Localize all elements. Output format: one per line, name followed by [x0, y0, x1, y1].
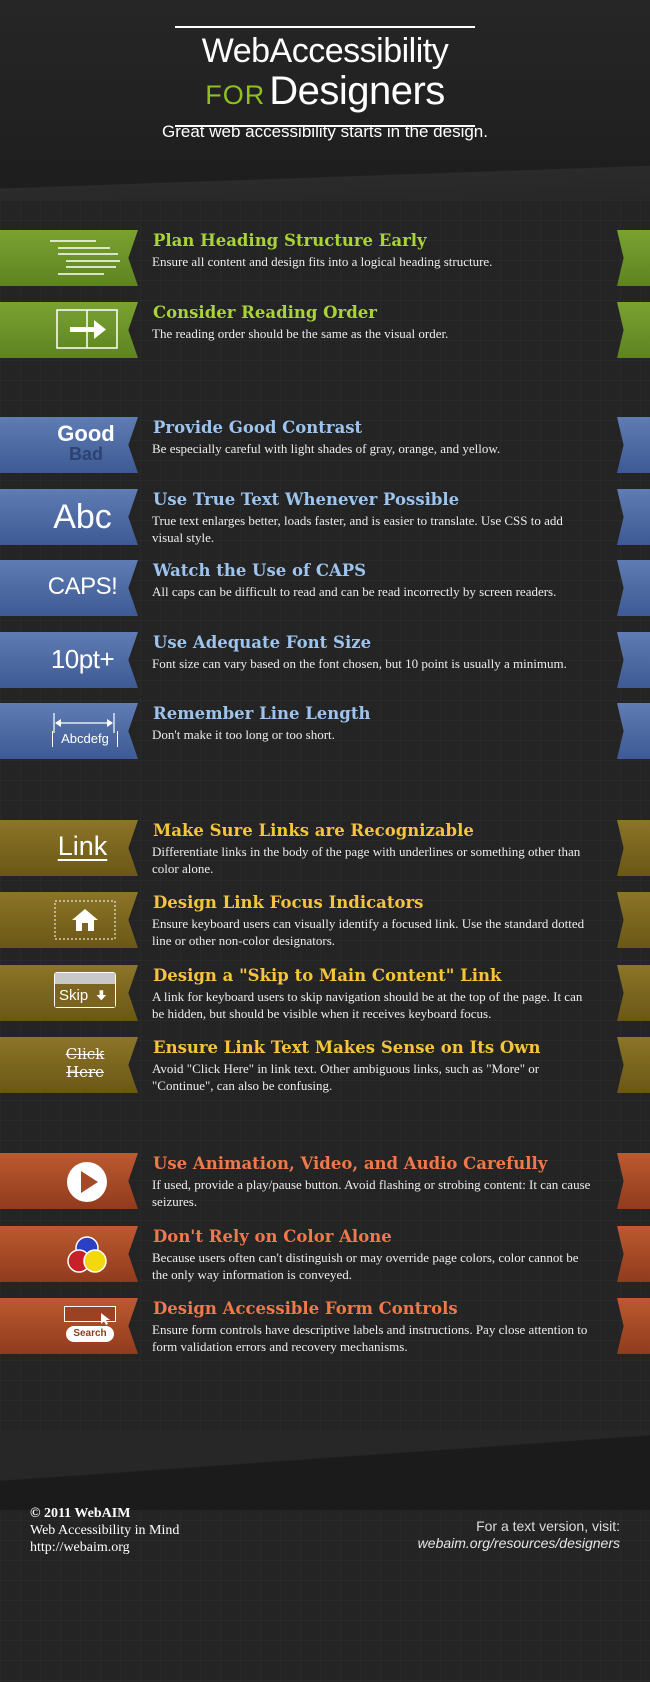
site-link[interactable]: http://webaim.org: [30, 1539, 179, 1556]
tip-title: Ensure Link Text Makes Sense on Its Own: [153, 1038, 541, 1057]
tip-description: If used, provide a play/pause button. Av…: [152, 1177, 591, 1209]
tip-description: The reading order should be the same as …: [152, 326, 449, 341]
org-name: Web Accessibility in Mind: [30, 1523, 180, 1538]
footer-divider: [0, 1430, 650, 1510]
arrow-down-icon: [96, 990, 107, 1001]
click-label: Click: [65, 1045, 105, 1063]
good-label: Good: [57, 421, 115, 446]
tip-item: Link Make Sure Links are Recognizable Di…: [0, 820, 650, 876]
tip-title: Remember Line Length: [153, 704, 371, 723]
tip-item: Abc Use True Text Whenever Possible True…: [0, 489, 650, 545]
tip-description: Font size can vary based on the font cho…: [152, 656, 567, 671]
bad-label: Bad: [68, 444, 103, 464]
infographic-page: WebAccessibility FOR Designers Great web…: [0, 0, 650, 1682]
title-top-rule: [175, 26, 475, 28]
copyright: © 2011 WebAIM: [30, 1506, 131, 1521]
tip-item: Don't Rely on Color Alone Because users …: [0, 1226, 650, 1282]
tip-ribbon-end: [617, 417, 650, 473]
tip-ribbon-end: [617, 1037, 650, 1093]
line-length-icon: [53, 713, 115, 733]
tip-ribbon-end: [617, 965, 650, 1021]
skip-label: Skip: [59, 987, 89, 1004]
skip-icon: Skip: [54, 972, 116, 1008]
tip-description: Ensure all content and design fits into …: [152, 254, 493, 269]
tip-title: Use True Text Whenever Possible: [153, 490, 460, 509]
tip-title: Design Accessible Form Controls: [153, 1299, 458, 1318]
skip-icon-bar: [55, 973, 115, 984]
tip-description: True text enlarges better, loads faster,…: [152, 513, 563, 545]
footer-text-version: For a text version, visit: webaim.org/re…: [418, 1518, 620, 1552]
tip-item: 10pt+ Use Adequate Font Size Font size c…: [0, 632, 650, 688]
tip-title: Design a "Skip to Main Content" Link: [153, 966, 502, 985]
color-circles-icon: [67, 1236, 107, 1273]
text-version-label: For a text version, visit:: [476, 1518, 620, 1534]
line-length-label: Abcdefg: [52, 731, 118, 747]
tip-item: Click Here Ensure Link Text Makes Sense …: [0, 1037, 650, 1093]
tip-ribbon-end: [617, 489, 650, 545]
tip-ribbon-end: [617, 1226, 650, 1282]
tip-item: Use Animation, Video, and Audio Carefull…: [0, 1153, 650, 1209]
tip-ribbon-end: [617, 1298, 650, 1354]
arrow-box-icon: [56, 309, 118, 349]
link-icon: Link: [57, 831, 108, 861]
abc-icon: Abc: [53, 498, 112, 536]
tip-title: Make Sure Links are Recognizable: [153, 821, 474, 840]
tip-item: Abcdefg Remember Line Length Don't make …: [0, 703, 650, 759]
tip-item: Good Bad Provide Good Contrast Be especi…: [0, 417, 650, 473]
tip-title: Consider Reading Order: [153, 303, 377, 322]
tip-item: CAPS! Watch the Use of CAPS All caps can…: [0, 560, 650, 616]
tip-item: Skip Design a "Skip to Main Content" Lin…: [0, 965, 650, 1021]
tip-ribbon-end: [617, 820, 650, 876]
font-size-icon: 10pt+: [50, 644, 115, 674]
tip-title: Use Animation, Video, and Audio Carefull…: [153, 1154, 548, 1173]
tip-ribbon-end: [617, 1153, 650, 1209]
tip-title: Watch the Use of CAPS: [153, 561, 367, 580]
tip-description: Differentiate links in the body of the p…: [152, 844, 581, 876]
tip-description: A link for keyboard users to skip naviga…: [152, 989, 583, 1021]
search-form-icon: Search: [66, 1326, 114, 1342]
caps-icon: CAPS!: [47, 573, 118, 600]
contrast-text-icon: Good Bad: [46, 423, 126, 465]
title-designers: Designers: [269, 69, 445, 113]
title-for: FOR: [205, 80, 266, 110]
title-line2: FOR Designers: [175, 70, 475, 121]
tip-title: Provide Good Contrast: [153, 418, 363, 437]
tip-description: Be especially careful with light shades …: [152, 441, 501, 456]
tip-ribbon-end: [617, 632, 650, 688]
cursor-icon: [101, 1313, 110, 1325]
click-here-icon: Click Here: [50, 1045, 120, 1081]
home-focus-icon: [54, 900, 116, 940]
footer-credits: © 2011 WebAIM Web Accessibility in Mind …: [30, 1505, 179, 1556]
title-block: WebAccessibility FOR Designers: [175, 26, 475, 127]
tip-ribbon-end: [617, 230, 650, 286]
tip-description: Ensure keyboard users can visually ident…: [152, 916, 585, 948]
tip-item: Search Design Accessible Form Controls E…: [0, 1298, 650, 1354]
tip-ribbon-end: [617, 703, 650, 759]
tip-ribbon-end: [617, 302, 650, 358]
tip-ribbon-end: [617, 560, 650, 616]
heading-lines-icon: [50, 240, 120, 275]
title-line1: WebAccessibility: [201, 32, 449, 70]
tip-ribbon-end: [617, 892, 650, 948]
tip-description: All caps can be difficult to read and ca…: [152, 584, 557, 599]
tip-description: Ensure form controls have descriptive la…: [152, 1322, 588, 1354]
tip-description: Don't make it too long or too short.: [152, 727, 335, 742]
header-divider: [0, 160, 650, 200]
tip-item: Consider Reading Order The reading order…: [0, 302, 650, 358]
text-version-link[interactable]: webaim.org/resources/designers: [418, 1535, 620, 1552]
tip-item: Design Link Focus Indicators Ensure keyb…: [0, 892, 650, 948]
tip-title: Don't Rely on Color Alone: [153, 1227, 392, 1246]
tip-title: Plan Heading Structure Early: [153, 231, 427, 250]
tip-item: Plan Heading Structure Early Ensure all …: [0, 230, 650, 286]
tip-description: Avoid "Click Here" in link text. Other a…: [152, 1061, 540, 1093]
tip-title: Design Link Focus Indicators: [153, 893, 424, 912]
tip-description: Because users often can't distinguish or…: [152, 1250, 579, 1282]
play-icon: [67, 1162, 107, 1202]
tip-title: Use Adequate Font Size: [153, 633, 372, 652]
here-label: Here: [65, 1063, 104, 1081]
tagline: Great web accessibility starts in the de…: [162, 122, 488, 141]
